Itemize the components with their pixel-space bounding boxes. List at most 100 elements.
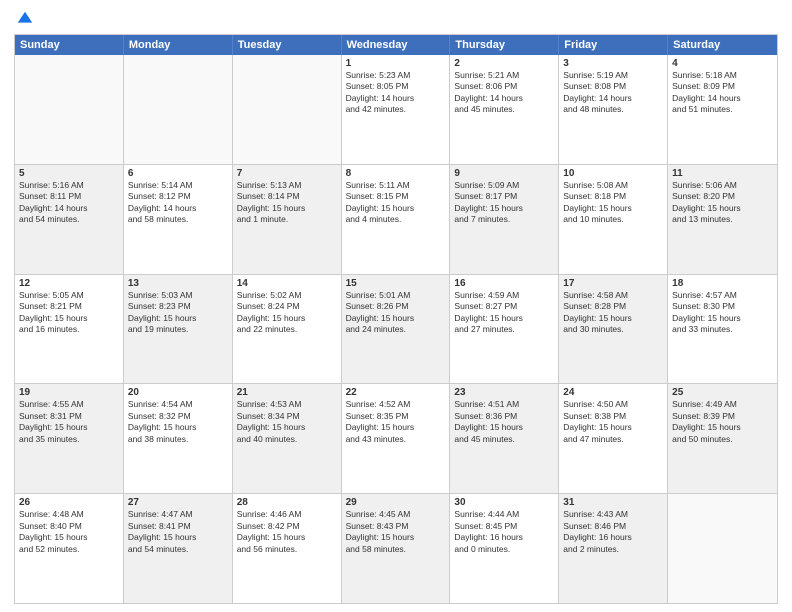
day-number: 18 [672, 278, 773, 289]
cal-cell-empty [124, 55, 233, 164]
calendar-header: SundayMondayTuesdayWednesdayThursdayFrid… [15, 35, 777, 55]
calendar-row-0: 1Sunrise: 5:23 AM Sunset: 8:05 PM Daylig… [15, 55, 777, 164]
cell-info: Sunrise: 5:08 AM Sunset: 8:18 PM Dayligh… [563, 180, 663, 226]
cell-info: Sunrise: 5:14 AM Sunset: 8:12 PM Dayligh… [128, 180, 228, 226]
calendar: SundayMondayTuesdayWednesdayThursdayFrid… [14, 34, 778, 604]
cal-cell-day-18: 18Sunrise: 4:57 AM Sunset: 8:30 PM Dayli… [668, 275, 777, 384]
day-number: 30 [454, 497, 554, 508]
day-number: 9 [454, 168, 554, 179]
cal-cell-day-15: 15Sunrise: 5:01 AM Sunset: 8:26 PM Dayli… [342, 275, 451, 384]
cal-cell-day-24: 24Sunrise: 4:50 AM Sunset: 8:38 PM Dayli… [559, 384, 668, 493]
cell-info: Sunrise: 5:21 AM Sunset: 8:06 PM Dayligh… [454, 70, 554, 116]
calendar-row-3: 19Sunrise: 4:55 AM Sunset: 8:31 PM Dayli… [15, 383, 777, 493]
calendar-body: 1Sunrise: 5:23 AM Sunset: 8:05 PM Daylig… [15, 55, 777, 603]
day-number: 6 [128, 168, 228, 179]
cell-info: Sunrise: 5:01 AM Sunset: 8:26 PM Dayligh… [346, 290, 446, 336]
cal-cell-day-17: 17Sunrise: 4:58 AM Sunset: 8:28 PM Dayli… [559, 275, 668, 384]
cal-cell-day-13: 13Sunrise: 5:03 AM Sunset: 8:23 PM Dayli… [124, 275, 233, 384]
page: SundayMondayTuesdayWednesdayThursdayFrid… [0, 0, 792, 612]
cell-info: Sunrise: 5:06 AM Sunset: 8:20 PM Dayligh… [672, 180, 773, 226]
day-number: 2 [454, 58, 554, 69]
day-number: 1 [346, 58, 446, 69]
logo-text [14, 10, 34, 28]
cell-info: Sunrise: 4:47 AM Sunset: 8:41 PM Dayligh… [128, 509, 228, 555]
day-number: 21 [237, 387, 337, 398]
cal-cell-day-9: 9Sunrise: 5:09 AM Sunset: 8:17 PM Daylig… [450, 165, 559, 274]
cal-cell-day-12: 12Sunrise: 5:05 AM Sunset: 8:21 PM Dayli… [15, 275, 124, 384]
cell-info: Sunrise: 5:09 AM Sunset: 8:17 PM Dayligh… [454, 180, 554, 226]
day-number: 14 [237, 278, 337, 289]
cal-cell-empty [15, 55, 124, 164]
day-number: 29 [346, 497, 446, 508]
day-number: 24 [563, 387, 663, 398]
cal-cell-day-22: 22Sunrise: 4:52 AM Sunset: 8:35 PM Dayli… [342, 384, 451, 493]
cal-cell-day-30: 30Sunrise: 4:44 AM Sunset: 8:45 PM Dayli… [450, 494, 559, 603]
calendar-row-2: 12Sunrise: 5:05 AM Sunset: 8:21 PM Dayli… [15, 274, 777, 384]
cal-cell-day-27: 27Sunrise: 4:47 AM Sunset: 8:41 PM Dayli… [124, 494, 233, 603]
cal-cell-day-25: 25Sunrise: 4:49 AM Sunset: 8:39 PM Dayli… [668, 384, 777, 493]
cell-info: Sunrise: 4:58 AM Sunset: 8:28 PM Dayligh… [563, 290, 663, 336]
day-number: 19 [19, 387, 119, 398]
cal-cell-day-3: 3Sunrise: 5:19 AM Sunset: 8:08 PM Daylig… [559, 55, 668, 164]
cal-cell-day-23: 23Sunrise: 4:51 AM Sunset: 8:36 PM Dayli… [450, 384, 559, 493]
cal-cell-day-5: 5Sunrise: 5:16 AM Sunset: 8:11 PM Daylig… [15, 165, 124, 274]
cell-info: Sunrise: 5:23 AM Sunset: 8:05 PM Dayligh… [346, 70, 446, 116]
day-number: 25 [672, 387, 773, 398]
cell-info: Sunrise: 4:50 AM Sunset: 8:38 PM Dayligh… [563, 399, 663, 445]
day-number: 23 [454, 387, 554, 398]
cell-info: Sunrise: 4:51 AM Sunset: 8:36 PM Dayligh… [454, 399, 554, 445]
day-number: 27 [128, 497, 228, 508]
cal-cell-empty [233, 55, 342, 164]
cell-info: Sunrise: 4:52 AM Sunset: 8:35 PM Dayligh… [346, 399, 446, 445]
cal-cell-day-7: 7Sunrise: 5:13 AM Sunset: 8:14 PM Daylig… [233, 165, 342, 274]
cell-info: Sunrise: 4:59 AM Sunset: 8:27 PM Dayligh… [454, 290, 554, 336]
cell-info: Sunrise: 4:48 AM Sunset: 8:40 PM Dayligh… [19, 509, 119, 555]
cal-cell-day-11: 11Sunrise: 5:06 AM Sunset: 8:20 PM Dayli… [668, 165, 777, 274]
cell-info: Sunrise: 5:03 AM Sunset: 8:23 PM Dayligh… [128, 290, 228, 336]
cell-info: Sunrise: 4:54 AM Sunset: 8:32 PM Dayligh… [128, 399, 228, 445]
logo-icon [16, 10, 34, 28]
cal-cell-day-19: 19Sunrise: 4:55 AM Sunset: 8:31 PM Dayli… [15, 384, 124, 493]
cal-cell-day-10: 10Sunrise: 5:08 AM Sunset: 8:18 PM Dayli… [559, 165, 668, 274]
day-number: 5 [19, 168, 119, 179]
day-number: 26 [19, 497, 119, 508]
cal-cell-day-20: 20Sunrise: 4:54 AM Sunset: 8:32 PM Dayli… [124, 384, 233, 493]
cell-info: Sunrise: 4:46 AM Sunset: 8:42 PM Dayligh… [237, 509, 337, 555]
cell-info: Sunrise: 5:05 AM Sunset: 8:21 PM Dayligh… [19, 290, 119, 336]
weekday-header-saturday: Saturday [668, 35, 777, 55]
day-number: 28 [237, 497, 337, 508]
day-number: 12 [19, 278, 119, 289]
weekday-header-wednesday: Wednesday [342, 35, 451, 55]
day-number: 4 [672, 58, 773, 69]
cal-cell-day-29: 29Sunrise: 4:45 AM Sunset: 8:43 PM Dayli… [342, 494, 451, 603]
cell-info: Sunrise: 4:49 AM Sunset: 8:39 PM Dayligh… [672, 399, 773, 445]
cal-cell-day-28: 28Sunrise: 4:46 AM Sunset: 8:42 PM Dayli… [233, 494, 342, 603]
cell-info: Sunrise: 5:11 AM Sunset: 8:15 PM Dayligh… [346, 180, 446, 226]
header [14, 10, 778, 28]
cal-cell-day-31: 31Sunrise: 4:43 AM Sunset: 8:46 PM Dayli… [559, 494, 668, 603]
cal-cell-day-6: 6Sunrise: 5:14 AM Sunset: 8:12 PM Daylig… [124, 165, 233, 274]
calendar-row-1: 5Sunrise: 5:16 AM Sunset: 8:11 PM Daylig… [15, 164, 777, 274]
cell-info: Sunrise: 5:13 AM Sunset: 8:14 PM Dayligh… [237, 180, 337, 226]
weekday-header-friday: Friday [559, 35, 668, 55]
day-number: 15 [346, 278, 446, 289]
cal-cell-day-2: 2Sunrise: 5:21 AM Sunset: 8:06 PM Daylig… [450, 55, 559, 164]
cal-cell-day-16: 16Sunrise: 4:59 AM Sunset: 8:27 PM Dayli… [450, 275, 559, 384]
day-number: 10 [563, 168, 663, 179]
weekday-header-monday: Monday [124, 35, 233, 55]
cell-info: Sunrise: 4:53 AM Sunset: 8:34 PM Dayligh… [237, 399, 337, 445]
cell-info: Sunrise: 5:16 AM Sunset: 8:11 PM Dayligh… [19, 180, 119, 226]
day-number: 17 [563, 278, 663, 289]
cell-info: Sunrise: 5:02 AM Sunset: 8:24 PM Dayligh… [237, 290, 337, 336]
day-number: 3 [563, 58, 663, 69]
day-number: 11 [672, 168, 773, 179]
day-number: 8 [346, 168, 446, 179]
cal-cell-day-21: 21Sunrise: 4:53 AM Sunset: 8:34 PM Dayli… [233, 384, 342, 493]
weekday-header-thursday: Thursday [450, 35, 559, 55]
cell-info: Sunrise: 5:18 AM Sunset: 8:09 PM Dayligh… [672, 70, 773, 116]
weekday-header-sunday: Sunday [15, 35, 124, 55]
cell-info: Sunrise: 5:19 AM Sunset: 8:08 PM Dayligh… [563, 70, 663, 116]
day-number: 22 [346, 387, 446, 398]
cal-cell-day-4: 4Sunrise: 5:18 AM Sunset: 8:09 PM Daylig… [668, 55, 777, 164]
cell-info: Sunrise: 4:57 AM Sunset: 8:30 PM Dayligh… [672, 290, 773, 336]
